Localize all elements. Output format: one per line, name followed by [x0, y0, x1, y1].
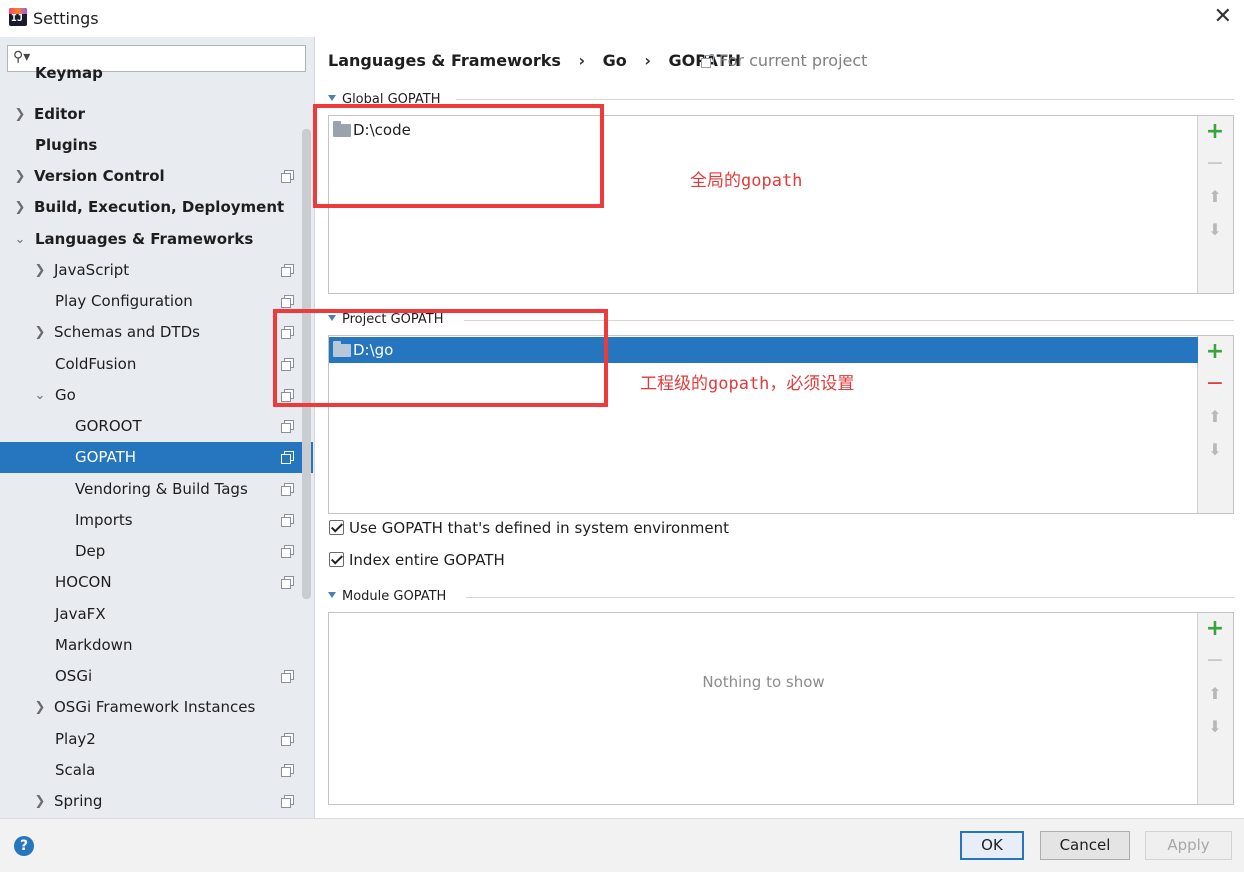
remove-icon[interactable]: −	[1205, 153, 1225, 175]
project-annotation-text: 工程级的gopath，必须设置	[640, 374, 855, 394]
ok-button[interactable]: OK	[960, 831, 1024, 860]
sidebar-item-schemas-dtds[interactable]: ❯ Schemas and DTDs	[0, 317, 313, 348]
sidebar-item-version-control[interactable]: ❯ Version Control	[0, 161, 313, 192]
remove-icon[interactable]: −	[1205, 373, 1225, 395]
list-toolbar: + − ⬆ ⬇	[1198, 613, 1233, 804]
help-icon[interactable]: ?	[14, 836, 34, 856]
sidebar-item-play2[interactable]: Play2	[0, 724, 313, 755]
window-title: Settings	[33, 9, 99, 28]
project-scope-icon	[281, 264, 294, 277]
project-annotation-box	[273, 309, 608, 407]
project-scope-icon	[701, 55, 714, 68]
chevron-right-icon[interactable]: ❯	[34, 255, 46, 286]
settings-sidebar: ⚲▾ Keymap ❯ Editor Plugins ❯ Version Con…	[0, 37, 315, 818]
move-down-icon[interactable]: ⬇	[1205, 717, 1225, 737]
chevron-down-icon[interactable]: ⌄	[14, 224, 26, 255]
sidebar-item-hocon[interactable]: HOCON	[0, 567, 313, 598]
global-annotation-text: 全局的gopath	[690, 171, 803, 191]
sidebar-item-markdown[interactable]: Markdown	[0, 630, 313, 661]
sidebar-item-imports[interactable]: Imports	[0, 505, 313, 536]
sidebar-item-languages-frameworks[interactable]: ⌄ Languages & Frameworks	[0, 224, 313, 255]
remove-icon[interactable]: −	[1205, 650, 1225, 672]
checkbox-checked-icon[interactable]	[329, 520, 344, 535]
sidebar-item-goroot[interactable]: GOROOT	[0, 411, 313, 442]
project-scope-icon	[281, 451, 294, 464]
apply-button[interactable]: Apply	[1145, 831, 1232, 860]
sidebar-item-build-execution-deployment[interactable]: ❯ Build, Execution, Deployment	[0, 192, 313, 223]
module-gopath-list: Nothing to show + − ⬆ ⬇	[328, 612, 1234, 805]
sidebar-item-play-configuration[interactable]: Play Configuration	[0, 286, 313, 317]
empty-list-message: Nothing to show	[702, 673, 825, 691]
project-scope-icon	[281, 514, 294, 527]
collapse-triangle-icon	[328, 592, 336, 598]
collapse-triangle-icon	[328, 95, 336, 101]
chevron-right-icon[interactable]: ❯	[14, 192, 26, 223]
project-scope-icon	[281, 483, 294, 496]
sidebar-item-vendoring-build-tags[interactable]: Vendoring & Build Tags	[0, 474, 313, 505]
move-down-icon[interactable]: ⬇	[1205, 220, 1225, 240]
chevron-right-icon[interactable]: ❯	[34, 692, 46, 723]
close-icon[interactable]: ✕	[1214, 6, 1232, 28]
sidebar-item-gopath[interactable]: GOPATH	[0, 442, 313, 473]
sidebar-item-scala[interactable]: Scala	[0, 755, 313, 786]
move-up-icon[interactable]: ⬆	[1205, 187, 1225, 207]
project-scope-icon	[281, 733, 294, 746]
project-scope-icon	[281, 420, 294, 433]
project-scope-icon	[281, 170, 294, 183]
dialog-footer: ? OK Cancel Apply	[0, 818, 1244, 872]
divider	[456, 99, 1234, 100]
sidebar-item-osgi[interactable]: OSGi	[0, 661, 313, 692]
add-icon[interactable]: +	[1205, 618, 1225, 640]
move-up-icon[interactable]: ⬆	[1205, 684, 1225, 704]
add-icon[interactable]: +	[1205, 341, 1225, 363]
sidebar-item-editor[interactable]: ❯ Editor	[0, 99, 313, 130]
chevron-right-icon[interactable]: ❯	[34, 317, 46, 348]
divider	[466, 597, 1234, 598]
project-scope-icon	[281, 295, 294, 308]
sidebar-item-javascript[interactable]: ❯ JavaScript	[0, 255, 313, 286]
list-area: Nothing to show	[329, 613, 1198, 804]
sidebar-item-osgi-framework-instances[interactable]: ❯ OSGi Framework Instances	[0, 692, 313, 723]
breadcrumb: Languages & Frameworks › Go › GOPATH	[328, 50, 753, 72]
breadcrumb-separator: ›	[644, 51, 651, 70]
project-scope-icon	[281, 764, 294, 777]
scope-label: For current project	[701, 50, 867, 72]
add-icon[interactable]: +	[1205, 121, 1225, 143]
chevron-right-icon[interactable]: ❯	[34, 786, 46, 817]
sidebar-item-javafx[interactable]: JavaFX	[0, 599, 313, 630]
project-scope-icon	[281, 795, 294, 808]
project-scope-icon	[281, 545, 294, 558]
intellij-logo-icon: IJ	[9, 8, 27, 26]
sidebar-item-plugins[interactable]: Plugins	[0, 130, 313, 161]
move-down-icon[interactable]: ⬇	[1205, 440, 1225, 460]
sidebar-item-go[interactable]: ⌄ Go	[0, 380, 313, 411]
chevron-down-icon[interactable]: ⌄	[34, 380, 46, 411]
sidebar-item-spring[interactable]: ❯ Spring	[0, 786, 313, 817]
module-gopath-header[interactable]: Module GOPATH	[328, 589, 446, 605]
breadcrumb-item: Languages & Frameworks	[328, 51, 561, 70]
list-toolbar: + − ⬆ ⬇	[1198, 116, 1233, 293]
chevron-right-icon[interactable]: ❯	[14, 161, 26, 192]
sidebar-item-coldfusion[interactable]: ColdFusion	[0, 349, 313, 380]
sidebar-item-keymap[interactable]: Keymap	[0, 58, 313, 89]
project-scope-icon	[281, 670, 294, 683]
global-annotation-box	[313, 104, 604, 208]
cancel-button[interactable]: Cancel	[1040, 831, 1130, 860]
breadcrumb-separator: ›	[578, 51, 586, 70]
list-toolbar: + − ⬆ ⬇	[1198, 336, 1233, 513]
move-up-icon[interactable]: ⬆	[1205, 407, 1225, 427]
sidebar-item-dep[interactable]: Dep	[0, 536, 313, 567]
project-scope-icon	[281, 576, 294, 589]
breadcrumb-item: Go	[602, 51, 627, 70]
checkbox-checked-icon[interactable]	[329, 552, 344, 567]
chevron-right-icon[interactable]: ❯	[14, 99, 26, 130]
title-bar: IJ Settings ✕	[0, 0, 1244, 37]
